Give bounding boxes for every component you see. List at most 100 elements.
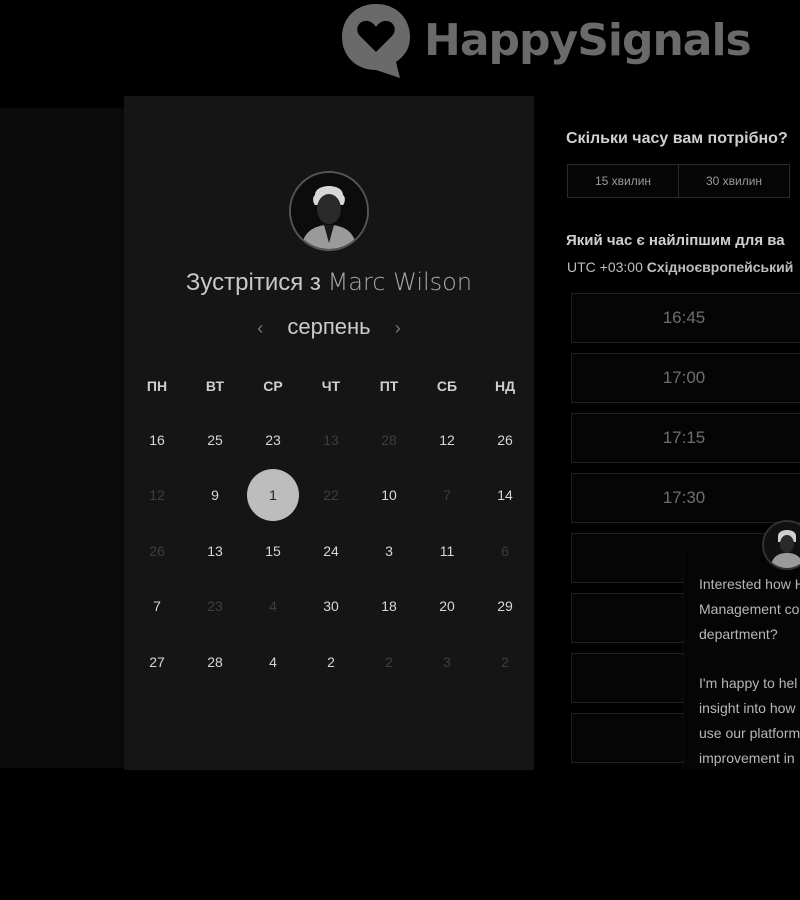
- calendar-day: 6: [476, 523, 534, 579]
- weekday-label: ПТ: [379, 378, 399, 394]
- time-slot[interactable]: 17:00: [571, 353, 800, 403]
- chevron-right-icon[interactable]: ›: [395, 318, 401, 338]
- calendar-week-row: 7 23 4 30 18 20 29: [128, 579, 534, 635]
- calendar-day[interactable]: 12: [418, 412, 476, 468]
- timezone-label[interactable]: UTC +03:00 Східноєвропейський: [567, 259, 793, 275]
- calendar-day: 2: [360, 634, 418, 690]
- calendar-day-selected[interactable]: 1: [244, 468, 302, 524]
- calendar-day-number: 7: [153, 598, 161, 615]
- time-slot[interactable]: 17:30: [571, 473, 800, 523]
- calendar-day-number: 29: [497, 598, 513, 615]
- calendar-day[interactable]: 10: [360, 468, 418, 524]
- calendar-day[interactable]: 13: [186, 523, 244, 579]
- calendar-day-number: 22: [323, 487, 339, 504]
- duration-option[interactable]: 15 хвилин: [567, 164, 679, 198]
- calendar-day-number: 26: [497, 431, 513, 448]
- calendar-day[interactable]: 3: [360, 523, 418, 579]
- weekday-label: ВТ: [205, 378, 225, 394]
- calendar-day[interactable]: 27: [128, 634, 186, 690]
- time-slot[interactable]: 17:15: [571, 413, 800, 463]
- calendar-day: 4: [244, 579, 302, 635]
- calendar-day-number: 4: [269, 653, 277, 670]
- calendar-day[interactable]: 30: [302, 579, 360, 635]
- calendar-day-number: 20: [439, 598, 455, 615]
- calendar-day[interactable]: 15: [244, 523, 302, 579]
- booking-card: Зустрітися з Marc Wilson ‹ серпень › ПН В…: [124, 96, 534, 770]
- time-slot[interactable]: 16:45: [571, 293, 800, 343]
- duration-question: Скільки часу вам потрібно?: [566, 130, 788, 147]
- calendar-day[interactable]: 24: [302, 523, 360, 579]
- month-navigation: ‹ серпень ›: [124, 314, 534, 340]
- calendar-day: 22: [302, 468, 360, 524]
- calendar-day[interactable]: 9: [186, 468, 244, 524]
- calendar-day-number: 10: [381, 487, 397, 504]
- meeting-title: Зустрітися з Marc Wilson: [124, 268, 534, 297]
- timezone-offset: UTC +03:00: [567, 259, 643, 275]
- calendar-day[interactable]: 28: [186, 634, 244, 690]
- calendar-week-row: 12 9 1 22 10 7 14: [128, 468, 534, 524]
- calendar-day: 12: [128, 468, 186, 524]
- calendar-day-number: 3: [443, 653, 451, 670]
- calendar-day-number: 12: [439, 431, 455, 448]
- calendar-day: 13: [302, 412, 360, 468]
- calendar-day-number: 13: [207, 542, 223, 559]
- left-background-panel: [0, 108, 124, 768]
- calendar-day-number: 2: [327, 653, 335, 670]
- calendar-day[interactable]: 14: [476, 468, 534, 524]
- calendar-day-number: 2: [501, 653, 509, 670]
- month-label: серпень: [287, 314, 371, 339]
- calendar-day[interactable]: 23: [244, 412, 302, 468]
- calendar-day-number: 14: [497, 487, 513, 504]
- calendar-day-number: 28: [381, 431, 397, 448]
- calendar-day[interactable]: 4: [244, 634, 302, 690]
- calendar-day[interactable]: 26: [476, 412, 534, 468]
- calendar-day-number: 11: [439, 542, 455, 559]
- calendar-day[interactable]: 16: [128, 412, 186, 468]
- calendar-day-number: 9: [211, 487, 219, 504]
- calendar-day-number: 25: [207, 431, 223, 448]
- weekday-label: НД: [494, 378, 516, 394]
- calendar-day-number: 28: [207, 653, 223, 670]
- chevron-left-icon[interactable]: ‹: [257, 318, 263, 338]
- calendar-day-number: 13: [323, 431, 339, 448]
- calendar-day[interactable]: 29: [476, 579, 534, 635]
- calendar-day-number: 18: [381, 598, 397, 615]
- calendar-day[interactable]: 18: [360, 579, 418, 635]
- calendar-grid: 16 25 23 13 28 12 26 12 9 1 22 10 7 14 26 13 15 24 3 11 6 7 23…: [128, 412, 534, 690]
- time-question: Який час є найліпшим для ва: [566, 232, 785, 249]
- calendar-week-row: 27 28 4 2 2 3 2: [128, 634, 534, 690]
- calendar-day[interactable]: 25: [186, 412, 244, 468]
- host-avatar: [289, 171, 369, 251]
- host-name: Marc Wilson: [327, 268, 473, 296]
- weekday-label: СБ: [436, 378, 458, 394]
- calendar-day: 23: [186, 579, 244, 635]
- weekday-label: ЧТ: [321, 378, 341, 394]
- duration-options: 15 хвилин 30 хвилин: [567, 164, 790, 198]
- calendar-week-row: 16 25 23 13 28 12 26: [128, 412, 534, 468]
- calendar-day-number: 24: [323, 542, 339, 559]
- calendar-day: 7: [418, 468, 476, 524]
- meeting-title-prefix: Зустрітися з: [185, 269, 321, 296]
- calendar-day-number: 16: [149, 431, 165, 448]
- duration-option[interactable]: 30 хвилин: [678, 164, 790, 198]
- calendar-day-number: 23: [207, 598, 223, 615]
- calendar-day[interactable]: 2: [302, 634, 360, 690]
- calendar-day-number: 1: [247, 469, 299, 522]
- heart-speech-bubble-icon: [340, 0, 412, 80]
- calendar-day-number: 30: [323, 598, 339, 615]
- calendar-day-number: 3: [385, 542, 393, 559]
- bottom-background: [0, 770, 800, 900]
- calendar-day-number: 6: [501, 542, 509, 559]
- calendar-day-number: 26: [149, 542, 165, 559]
- timezone-name: Східноєвропейський: [646, 259, 794, 275]
- calendar-day[interactable]: 20: [418, 579, 476, 635]
- weekday-label: ПН: [146, 378, 168, 394]
- calendar-day[interactable]: 7: [128, 579, 186, 635]
- calendar-day: 28: [360, 412, 418, 468]
- calendar-day: 2: [476, 634, 534, 690]
- calendar-day-number: 15: [265, 542, 281, 559]
- calendar-day[interactable]: 11: [418, 523, 476, 579]
- calendar-day-number: 12: [149, 487, 165, 504]
- calendar-day: 3: [418, 634, 476, 690]
- weekday-header: ПН ВТ СР ЧТ ПТ СБ НД: [128, 378, 534, 394]
